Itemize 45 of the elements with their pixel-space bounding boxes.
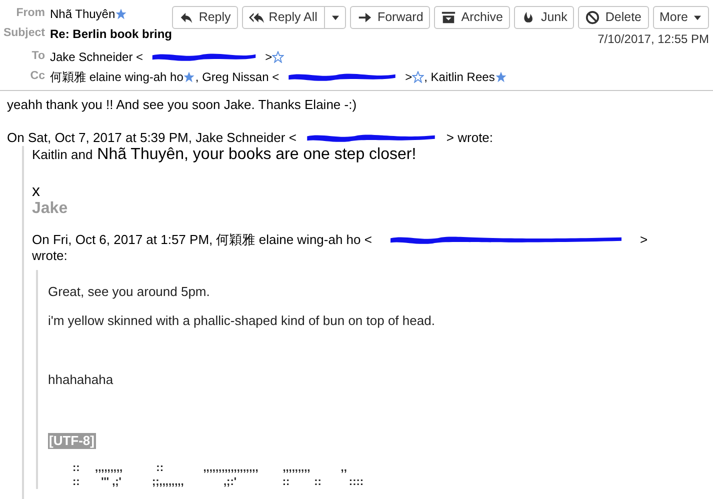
quote-header: On Fri, Oct 6, 2017 at 1:57 PM, 何穎雅 elaine wing-ah ho < [32, 232, 372, 248]
address-bracket: > [405, 69, 412, 86]
signature-name: Jake [32, 200, 69, 218]
quote-header: > wrote: [446, 130, 494, 146]
archive-box-icon [441, 10, 456, 25]
quoted-text: x [32, 183, 41, 200]
field-label: Cc [29, 69, 46, 84]
filled-star-icon[interactable] [494, 71, 507, 83]
recipient-name[interactable]: 何穎雅 elaine wing-ah ho [50, 68, 184, 86]
quoted-text: i'm yellow skinned with a phallic-shaped kind of bun on top of head. [48, 313, 436, 329]
junk-button[interactable]: Junk [514, 6, 574, 29]
sender-name[interactable]: Nhã Thuyên [50, 5, 116, 23]
field-label: Subject [2, 26, 46, 42]
outline-star-icon[interactable] [412, 71, 424, 83]
reply-all-button[interactable]: Reply All [242, 6, 346, 29]
forward-button[interactable]: Forward [350, 6, 430, 29]
ascii-art-line: :: ''' ,;' ;;,,,,,,,, ,;:' :: :: :::: [71, 475, 365, 489]
filled-star-icon[interactable] [183, 71, 196, 83]
quoted-text: Great, see you around 5pm. [48, 284, 211, 300]
right-arrow-icon [357, 10, 372, 25]
prohibition-icon [585, 10, 600, 25]
recipient-name[interactable]: , Greg Nissan < [195, 68, 280, 86]
field-label: From [15, 6, 46, 22]
archive-button[interactable]: Archive [434, 6, 510, 29]
recipient-name[interactable]: , Kaitlin Rees [424, 68, 495, 86]
message-date: 7/10/2017, 12:55 PM [598, 31, 709, 48]
quote-header: On Sat, Oct 7, 2017 at 5:39 PM, Jake Schneider < [7, 130, 296, 146]
delete-button[interactable]: Delete [578, 6, 649, 29]
quoted-text: hhahahaha [48, 372, 114, 388]
quoted-text: Kaitlin and Nhã Thuyên, your books are one step closer! [32, 147, 418, 163]
outline-star-icon[interactable] [272, 51, 284, 63]
message-text: yeahh thank you !! And see you soon Jake. Thanks Elaine -:) [7, 97, 358, 113]
recipient-name[interactable]: Jake Schneider < [50, 48, 144, 66]
double-reply-arrow-icon [248, 10, 264, 25]
more-button[interactable]: More [652, 6, 709, 29]
reply-button[interactable]: Reply [172, 6, 238, 29]
filled-star-icon[interactable] [115, 8, 128, 20]
charset-tag: [UTF-8] [48, 433, 96, 449]
message-subject: Re: Berlin book bring [50, 26, 172, 43]
ascii-art-line: :: ,,,,,,,,, :: ,,,,,,,,,,,,,,,,,, ,,,,,,,,, ,, [71, 461, 348, 475]
quote-header: > [640, 232, 648, 248]
reply-arrow-icon [178, 10, 194, 25]
field-label: To [30, 49, 46, 64]
quote-header: wrote: [32, 248, 68, 264]
address-bracket: > [265, 49, 272, 66]
